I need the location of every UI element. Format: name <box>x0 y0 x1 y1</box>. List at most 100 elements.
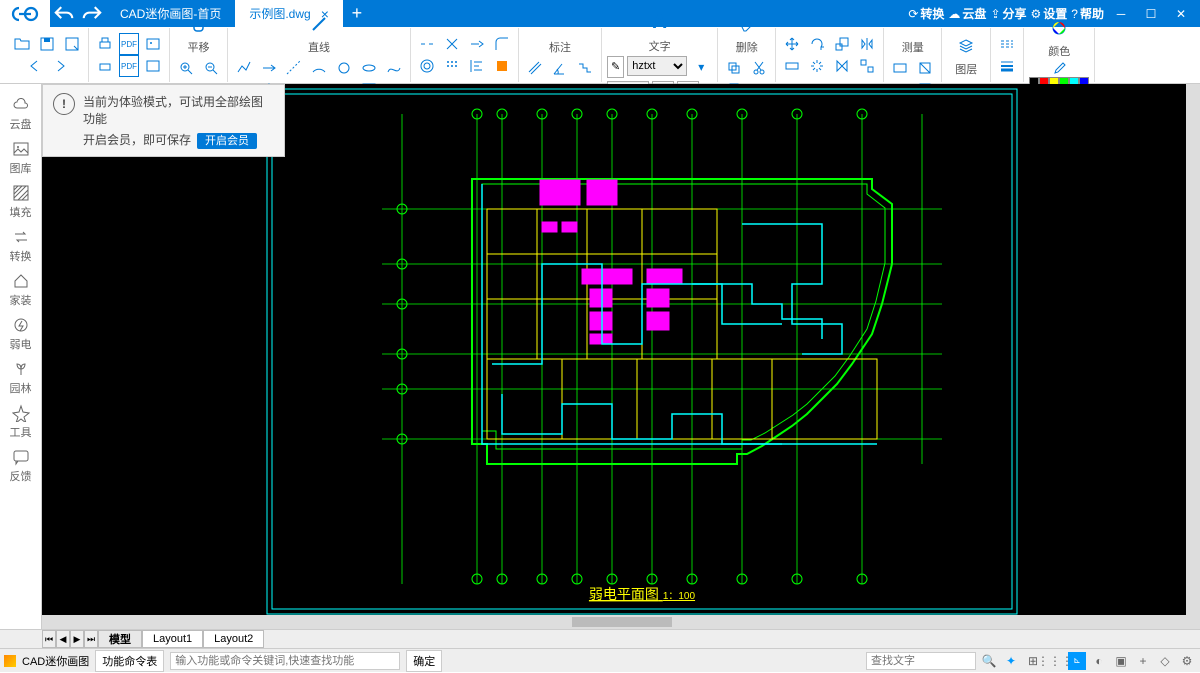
circle-icon[interactable] <box>333 57 355 79</box>
mirror2-icon[interactable] <box>831 55 853 77</box>
rotate-icon[interactable] <box>806 33 828 55</box>
zoom-out-icon[interactable] <box>200 57 222 79</box>
find-text-input[interactable] <box>866 652 976 670</box>
font-pointer-icon[interactable]: ✎ <box>607 56 624 78</box>
layer-tool[interactable]: 图层 <box>947 31 985 79</box>
sidebar-item-gallery[interactable]: 图库 <box>1 136 41 180</box>
tab-model[interactable]: 模型 <box>98 630 142 648</box>
sidebar-item-tools[interactable]: 工具 <box>1 400 41 444</box>
zoom-in-icon[interactable] <box>175 57 197 79</box>
cmd-table-button[interactable]: 功能命令表 <box>95 650 164 672</box>
sidebar-item-feedback[interactable]: 反馈 <box>1 444 41 488</box>
group-icon[interactable] <box>856 55 878 77</box>
tab-layout1[interactable]: Layout1 <box>142 630 203 648</box>
polar-icon[interactable]: ◐ <box>1090 652 1108 670</box>
tab-nav[interactable]: ⏮◀▶⏭ <box>42 630 98 648</box>
sidebar-item-cloud[interactable]: 云盘 <box>1 92 41 136</box>
block-icon[interactable] <box>491 55 513 77</box>
break-icon[interactable] <box>416 33 438 55</box>
color-tool[interactable]: 颜色 <box>1040 13 1078 61</box>
ray-icon[interactable] <box>258 57 280 79</box>
status-bar: CAD迷你画图 功能命令表 确定 🔍 ✦ ⊞ ⋮⋮⋮ ⊾ ◐ ▣ + ◇ ⚙ <box>0 648 1200 672</box>
ellipse-icon[interactable] <box>358 57 380 79</box>
forward-icon[interactable] <box>49 55 71 77</box>
line-tool[interactable]: 直线 <box>300 9 338 57</box>
minimize-icon[interactable]: ─ <box>1108 4 1134 24</box>
save-icon[interactable] <box>36 33 58 55</box>
sidebar-item-hatch[interactable]: 填充 <box>1 180 41 224</box>
sidebar-item-electric[interactable]: 弱电 <box>1 312 41 356</box>
polyline-icon[interactable] <box>233 57 255 79</box>
confirm-button[interactable]: 确定 <box>406 650 442 672</box>
share-button[interactable]: ⇪ 分享 <box>990 5 1026 22</box>
angle-icon[interactable]: ◇ <box>1156 652 1174 670</box>
delete-tool[interactable]: 删除 <box>728 9 766 57</box>
ortho-icon[interactable]: ⊾ <box>1068 652 1086 670</box>
lineweight-icon[interactable] <box>996 55 1018 77</box>
vertical-scrollbar[interactable] <box>1186 84 1200 615</box>
spline-icon[interactable] <box>383 57 405 79</box>
font-more-icon[interactable]: ▾ <box>690 56 712 78</box>
search-icon[interactable]: 🔍 <box>980 652 998 670</box>
stretch-icon[interactable] <box>781 55 803 77</box>
open-icon[interactable] <box>11 33 33 55</box>
pdf-icon[interactable]: PDF <box>119 33 139 55</box>
scale-icon[interactable] <box>831 33 853 55</box>
layers-icon <box>953 33 979 59</box>
saveas-icon[interactable] <box>61 33 83 55</box>
move-icon[interactable] <box>781 33 803 55</box>
pdf2-icon[interactable]: PDF <box>119 55 139 77</box>
cloud-button[interactable]: ☁ 云盘 <box>948 5 986 22</box>
horizontal-scrollbar[interactable] <box>42 615 1200 629</box>
array-icon[interactable] <box>441 55 463 77</box>
back-icon[interactable] <box>24 55 46 77</box>
close-icon[interactable]: ✕ <box>1168 4 1194 24</box>
app-logo <box>0 0 50 27</box>
dimension-icon <box>547 11 573 37</box>
xline-icon[interactable] <box>283 57 305 79</box>
add-icon[interactable]: + <box>1134 652 1152 670</box>
osnap-icon[interactable]: ▣ <box>1112 652 1130 670</box>
hand-icon <box>186 11 212 37</box>
command-input[interactable] <box>170 652 400 670</box>
print-icon[interactable] <box>94 33 116 55</box>
copy-icon[interactable] <box>723 57 745 79</box>
undo-icon[interactable] <box>53 3 75 25</box>
export2-icon[interactable] <box>142 55 164 77</box>
maximize-icon[interactable]: ☐ <box>1138 4 1164 24</box>
pan-tool[interactable]: 平移 <box>180 9 218 57</box>
fillet-icon[interactable] <box>491 33 513 55</box>
grid2-icon[interactable]: ⋮⋮⋮ <box>1046 652 1064 670</box>
font-select[interactable]: hztxt <box>627 56 687 76</box>
align-icon[interactable] <box>466 55 488 77</box>
tab-layout2[interactable]: Layout2 <box>203 630 264 648</box>
measure-tool[interactable]: 测量 <box>894 9 932 57</box>
dim-linear-icon[interactable] <box>524 57 546 79</box>
drawing-canvas[interactable]: ! 当前为体验模式，可试用全部绘图功能 开启会员，即可保存开启会员 <box>42 84 1200 629</box>
settings-gear-icon[interactable]: ⚙ <box>1178 652 1196 670</box>
dim-radius-icon[interactable] <box>574 57 596 79</box>
cut-icon[interactable] <box>748 57 770 79</box>
new-tab-icon[interactable]: + <box>346 3 368 25</box>
offset-icon[interactable] <box>416 55 438 77</box>
explode-icon[interactable] <box>806 55 828 77</box>
eyedropper-icon[interactable] <box>1048 61 1070 77</box>
sidebar-item-garden[interactable]: 园林 <box>1 356 41 400</box>
arc-icon[interactable] <box>308 57 330 79</box>
annotate-tool[interactable]: 标注 <box>541 9 579 57</box>
image-export-icon[interactable] <box>142 33 164 55</box>
sidebar-item-convert[interactable]: 转换 <box>1 224 41 268</box>
snap-icon[interactable]: ✦ <box>1002 652 1020 670</box>
mirror-icon[interactable] <box>856 33 878 55</box>
redo-icon[interactable] <box>81 3 103 25</box>
dim-angle-icon[interactable] <box>549 57 571 79</box>
upgrade-button[interactable]: 开启会员 <box>197 133 257 149</box>
sidebar-item-home[interactable]: 家装 <box>1 268 41 312</box>
trim-icon[interactable] <box>441 33 463 55</box>
text-tool[interactable]: A 文字 <box>641 8 679 56</box>
extend-icon[interactable] <box>466 33 488 55</box>
print2-icon[interactable] <box>94 55 116 77</box>
dist-icon[interactable] <box>889 57 911 79</box>
area-icon[interactable] <box>914 57 936 79</box>
linetype-icon[interactable] <box>996 33 1018 55</box>
